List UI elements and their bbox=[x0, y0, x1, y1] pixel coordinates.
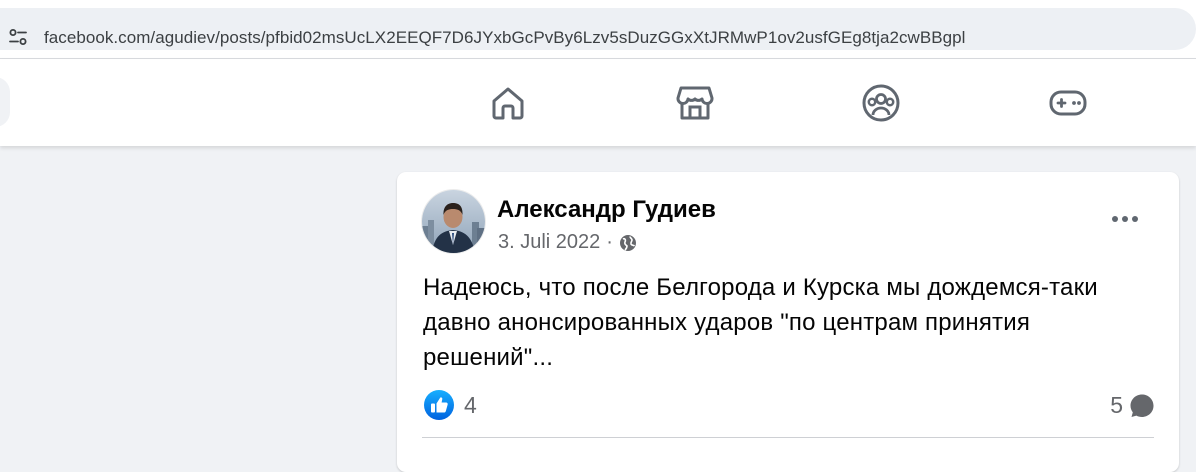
author-name[interactable]: Александр Гудиев bbox=[497, 196, 716, 224]
comment-icon bbox=[1129, 393, 1155, 419]
post-options-button[interactable] bbox=[1100, 202, 1150, 236]
browser-toolbar: facebook.com/agudiev/posts/pfbid02msUcLX… bbox=[0, 0, 1196, 59]
marketplace-icon[interactable] bbox=[673, 81, 717, 125]
like-count: 4 bbox=[464, 391, 477, 418]
post-divider bbox=[422, 437, 1154, 438]
post-text: Надеюсь, что после Белгорода и Курска мы… bbox=[423, 274, 1098, 371]
home-icon[interactable] bbox=[486, 81, 530, 125]
post-card: Александр Гудиев 3. Juli 2022 · Надеюсь,… bbox=[397, 172, 1179, 472]
globe-icon[interactable] bbox=[619, 234, 637, 252]
comment-count: 5 bbox=[1110, 392, 1123, 418]
tune-icon[interactable] bbox=[9, 28, 27, 51]
post-date[interactable]: 3. Juli 2022 bbox=[498, 231, 600, 254]
search-field-edge[interactable] bbox=[0, 77, 10, 127]
gaming-icon[interactable] bbox=[1046, 81, 1090, 125]
like-icon bbox=[424, 390, 454, 420]
post-meta: 3. Juli 2022 · bbox=[498, 231, 637, 254]
more-icon bbox=[1112, 216, 1138, 222]
meta-separator: · bbox=[606, 231, 613, 253]
groups-icon[interactable] bbox=[859, 81, 903, 125]
reactions-summary[interactable]: 4 bbox=[424, 390, 477, 420]
facebook-header bbox=[0, 59, 1196, 146]
comments-summary[interactable]: 5 bbox=[1110, 392, 1155, 419]
address-bar[interactable]: facebook.com/agudiev/posts/pfbid02msUcLX… bbox=[0, 8, 1196, 50]
avatar[interactable] bbox=[422, 190, 485, 253]
url-text[interactable]: facebook.com/agudiev/posts/pfbid02msUcLX… bbox=[44, 28, 965, 48]
